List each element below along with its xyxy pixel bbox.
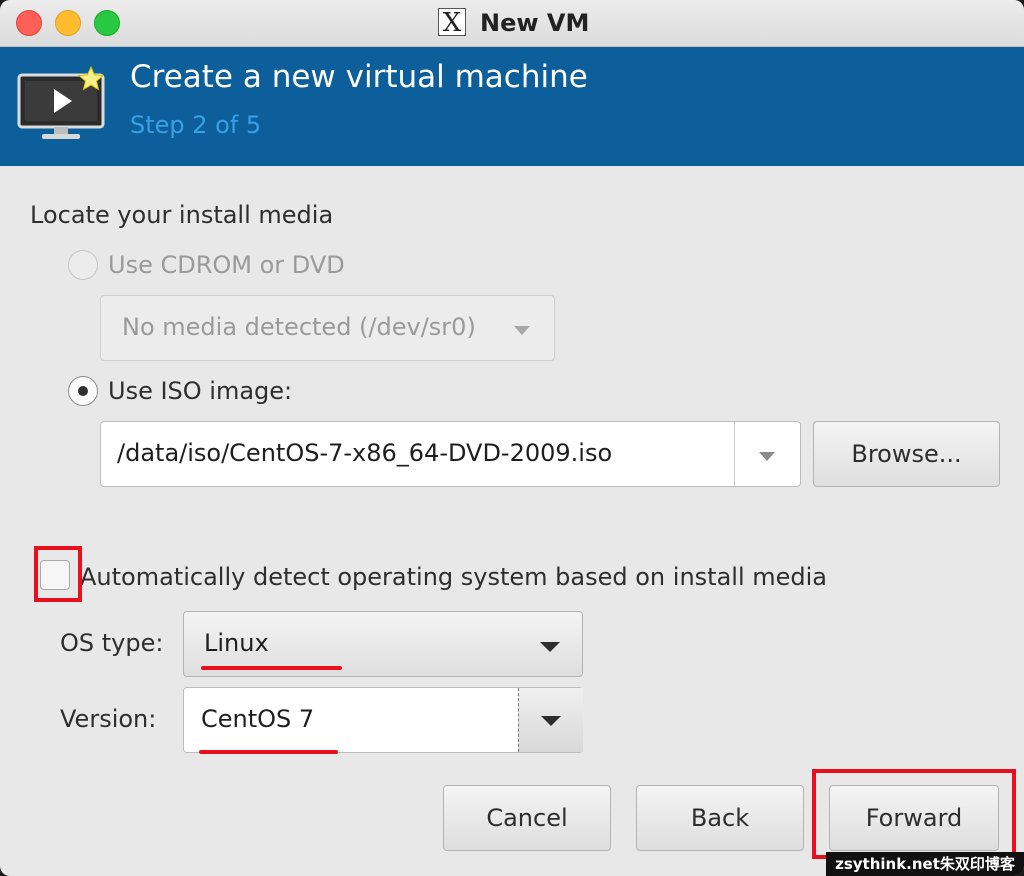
- version-dropdown-button[interactable]: [518, 688, 583, 752]
- x11-icon: X: [438, 8, 466, 37]
- version-combo[interactable]: CentOS 7: [183, 687, 583, 753]
- watermark: zsythink.net朱双印博客: [826, 852, 1024, 876]
- vm-monitor-new-icon: [17, 65, 105, 139]
- banner-title: Create a new virtual machine: [130, 59, 588, 95]
- iso-radio-label: Use ISO image:: [108, 377, 293, 405]
- titlebar[interactable]: X New VM: [0, 0, 1024, 47]
- annotation-underline-version: [199, 750, 338, 754]
- chevron-down-icon[interactable]: [759, 452, 775, 461]
- cdrom-radio-label: Use CDROM or DVD: [108, 251, 345, 279]
- cancel-button[interactable]: Cancel: [443, 785, 611, 851]
- chevron-down-icon: [514, 326, 530, 335]
- iso-path-input[interactable]: /data/iso/CentOS-7-x86_64-DVD-2009.iso: [117, 438, 612, 468]
- install-media-heading: Locate your install media: [30, 201, 334, 229]
- back-button[interactable]: Back: [636, 785, 804, 851]
- cdrom-device-value: No media detected (/dev/sr0): [122, 313, 476, 341]
- annotation-box-forward: [812, 769, 1016, 859]
- os-type-label: OS type:: [60, 629, 164, 657]
- minimize-window-button[interactable]: [55, 10, 81, 36]
- version-input[interactable]: CentOS 7: [201, 704, 314, 734]
- iso-radio[interactable]: [68, 376, 98, 406]
- cdrom-device-select[interactable]: No media detected (/dev/sr0): [100, 295, 555, 361]
- new-vm-window: X New VM Create a new virtual machine St…: [0, 0, 1024, 876]
- cdrom-radio[interactable]: [68, 250, 98, 280]
- os-type-value: Linux: [204, 629, 269, 657]
- header-banner: Create a new virtual machine Step 2 of 5: [0, 47, 1024, 166]
- annotation-box-checkbox: [34, 546, 82, 602]
- back-button-label: Back: [690, 804, 750, 832]
- version-label: Version:: [60, 705, 157, 733]
- browse-button-label: Browse...: [851, 440, 962, 468]
- window-title: New VM: [480, 9, 590, 37]
- browse-button[interactable]: Browse...: [813, 421, 1000, 487]
- combo-separator: [734, 422, 735, 486]
- step-indicator: Step 2 of 5: [130, 111, 262, 139]
- cancel-button-label: Cancel: [486, 804, 568, 832]
- chevron-down-icon: [541, 716, 561, 726]
- chevron-down-icon: [540, 642, 560, 652]
- close-window-button[interactable]: [16, 10, 42, 36]
- auto-detect-label: Automatically detect operating system ba…: [80, 563, 827, 591]
- zoom-window-button[interactable]: [94, 10, 120, 36]
- iso-path-combo[interactable]: /data/iso/CentOS-7-x86_64-DVD-2009.iso: [100, 421, 801, 487]
- annotation-underline-os-type: [201, 666, 342, 670]
